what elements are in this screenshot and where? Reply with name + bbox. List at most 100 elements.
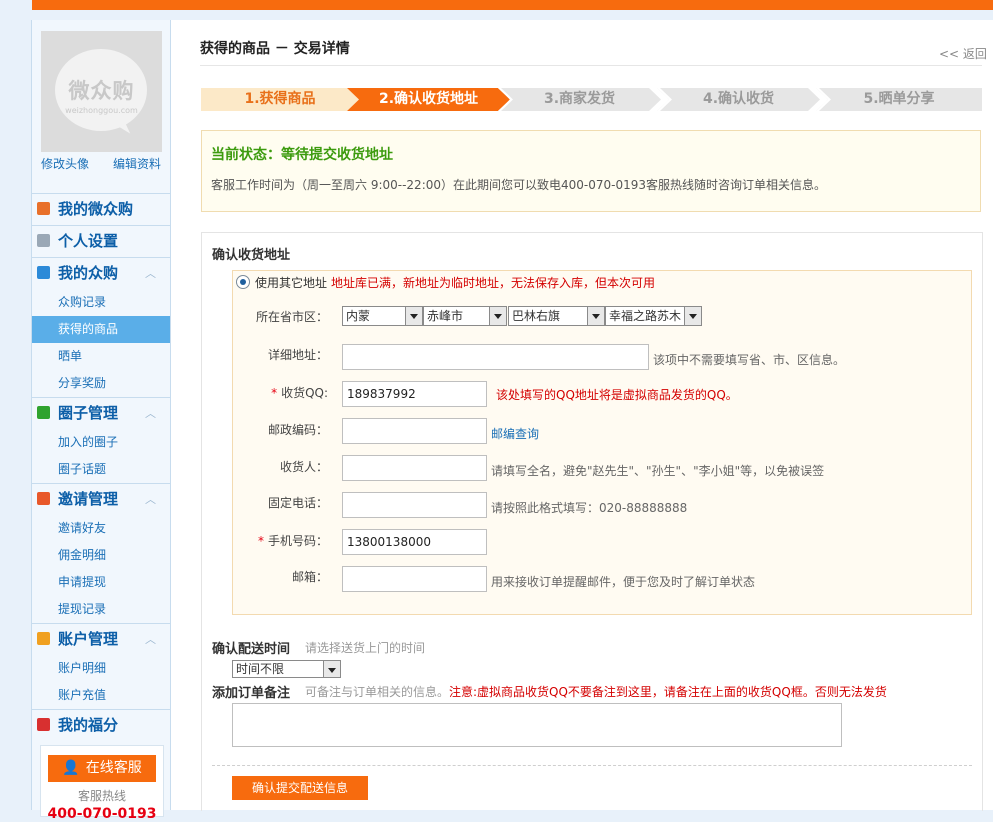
invite-icon — [37, 492, 50, 505]
sidebar-nav-item[interactable]: 分享奖励 — [32, 370, 170, 397]
sidebar-nav-item[interactable]: 圈子话题 — [32, 456, 170, 483]
detail-address-input[interactable] — [342, 344, 649, 370]
nav-group: 我的微众购 — [32, 193, 170, 225]
yen-icon — [37, 632, 50, 645]
qq-input[interactable]: 189837992 — [342, 381, 487, 407]
sidebar-nav-item[interactable]: 提现记录 — [32, 596, 170, 623]
sidebar-nav-item[interactable]: 申请提现 — [32, 569, 170, 596]
gear-icon — [37, 234, 50, 247]
mobile-label-text: 手机号码： — [267, 534, 328, 548]
online-support-label: 在线客服 — [85, 760, 142, 776]
nav-group: 我的众购 ︿ 众购记录 获得的商品 晒单 分享奖励 — [32, 257, 170, 397]
street-select[interactable]: 幸福之路苏木 — [605, 306, 702, 326]
nav-group-header[interactable]: 账户管理 ︿ — [32, 623, 170, 655]
zip-input[interactable] — [342, 418, 487, 444]
qq-label-text: 收货QQ: — [281, 386, 328, 400]
email-label: 邮箱： — [291, 570, 328, 584]
step-2: 2.确认收货地址 — [347, 88, 510, 111]
status-label: 当前状态：等待提交收货地址 — [211, 147, 393, 163]
chevron-up-icon[interactable]: ︿ — [145, 258, 156, 289]
avatar[interactable]: 微众购 weizhonggou.com — [41, 31, 162, 152]
qq-hint: 该处填写的QQ地址将是虚拟商品发货的QQ。 — [496, 388, 738, 402]
province-value: 内蒙 — [346, 309, 371, 323]
edit-avatar-link[interactable]: 修改头像 — [41, 155, 89, 172]
nav-group-label: 账户管理 — [58, 630, 119, 648]
step-3: 3.商家发货 — [498, 88, 661, 111]
district-select[interactable]: 巴林右旗 — [508, 306, 605, 326]
chevron-down-icon — [405, 307, 422, 325]
online-support-button[interactable]: 👤 在线客服 — [48, 755, 156, 782]
top-accent-bar — [0, 0, 993, 10]
step-1-label: 1.获得商品 — [244, 91, 316, 107]
district-value: 巴林右旗 — [512, 309, 561, 323]
order-note-warning: 注意:虚拟商品收货QQ不要备注到这里，请备注在上面的收货QQ框。否则无法发货 — [449, 685, 887, 699]
nav-group-label: 邀请管理 — [58, 490, 119, 508]
address-section-title: 确认收货地址 — [212, 248, 291, 263]
zip-lookup-link[interactable]: 邮编查询 — [491, 425, 539, 442]
use-other-address-radio[interactable] — [236, 275, 250, 289]
order-note-hint: 可备注与订单相关的信息。 — [305, 685, 450, 699]
nav-group: 我的福分 — [32, 709, 170, 741]
support-hotline-label: 客服热线 — [77, 789, 126, 803]
chevron-down-icon — [684, 307, 701, 325]
nav-group-label: 个人设置 — [58, 232, 119, 250]
region-label: 所在省市区： — [255, 310, 328, 324]
nav-group-label: 我的福分 — [58, 716, 119, 734]
step-4: 4.确认收货 — [657, 88, 820, 111]
avatar-logo-subtext: weizhonggou.com — [65, 106, 138, 115]
chevron-up-icon[interactable]: ︿ — [145, 624, 156, 655]
nav-group-header[interactable]: 个人设置 — [32, 225, 170, 257]
step-1: 1.获得商品 — [201, 88, 359, 111]
step-3-label: 3.商家发货 — [543, 91, 616, 107]
required-mark: * — [257, 534, 264, 548]
sidebar-nav-item[interactable]: 获得的商品 — [32, 316, 170, 343]
chevron-down-icon — [489, 307, 506, 325]
nav-group-header[interactable]: 邀请管理 ︿ — [32, 483, 170, 515]
page-title: 获得的商品 － 交易详情 — [200, 41, 350, 57]
progress-steps: 1.获得商品 2.确认收货地址 3.商家发货 4.确认收货 5.晒单分享 — [201, 88, 982, 111]
email-input[interactable] — [342, 566, 487, 592]
sidebar-nav-item[interactable]: 账户充值 — [32, 682, 170, 709]
chevron-up-icon[interactable]: ︿ — [145, 484, 156, 515]
address-section: 确认收货地址 使用其它地址 地址库已满，新地址为临时地址，无法保存入库，但本次可… — [201, 232, 983, 811]
chevron-up-icon[interactable]: ︿ — [145, 398, 156, 429]
nav-group-header[interactable]: 我的众购 ︿ — [32, 257, 170, 289]
main-panel: 获得的商品 － 交易详情 << 返回 1.获得商品 2.确认收货地址 3.商家发… — [171, 20, 993, 811]
title-divider — [200, 65, 982, 66]
submit-delivery-button[interactable]: 确认提交配送信息 — [232, 776, 368, 800]
edit-profile-link[interactable]: 编辑资料 — [113, 155, 161, 172]
sidebar-nav-item[interactable]: 加入的圈子 — [32, 429, 170, 456]
sidebar-nav-item[interactable]: 众购记录 — [32, 289, 170, 316]
sidebar-nav-item[interactable]: 邀请好友 — [32, 515, 170, 542]
status-description: 客服工作时间为（周一至周六 9:00--22:00）在此期间您可以致电400-0… — [211, 178, 827, 192]
fortune-icon — [37, 718, 50, 731]
chevron-down-icon — [323, 661, 340, 677]
support-box: 👤 在线客服 客服热线 400-070-0193 — [40, 745, 164, 822]
step-5-label: 5.晒单分享 — [863, 91, 935, 107]
sidebar-nav-item[interactable]: 账户明细 — [32, 655, 170, 682]
nav-group: 个人设置 — [32, 225, 170, 257]
sidebar-nav-item[interactable]: 晒单 — [32, 343, 170, 370]
city-select[interactable]: 赤峰市 — [423, 306, 507, 326]
chat-icon: 👤 — [62, 760, 80, 776]
zip-label: 邮政编码： — [267, 423, 328, 437]
province-select[interactable]: 内蒙 — [342, 306, 423, 326]
nav-group-label: 我的众购 — [58, 264, 119, 282]
status-box: 当前状态：等待提交收货地址 客服工作时间为（周一至周六 9:00--22:00）… — [201, 130, 981, 212]
receiver-input[interactable] — [342, 455, 487, 481]
back-link[interactable]: << 返回 — [939, 45, 987, 62]
email-hint: 用来接收订单提醒邮件，便于您及时了解订单状态 — [491, 575, 756, 589]
mobile-label: * 手机号码： — [233, 532, 328, 549]
delivery-time-select[interactable]: 时间不限 — [232, 660, 341, 678]
nav-group-header[interactable]: 我的福分 — [32, 709, 170, 741]
mobile-input[interactable]: 13800138000 — [342, 529, 487, 555]
detail-address-hint: 该项中不需要填写省、市、区信息。 — [653, 353, 846, 367]
nav-group-header[interactable]: 我的微众购 — [32, 193, 170, 225]
nav-group-header[interactable]: 圈子管理 ︿ — [32, 397, 170, 429]
delivery-time-title: 确认配送时间 — [212, 642, 291, 657]
sidebar-nav-item[interactable]: 佣金明细 — [32, 542, 170, 569]
phone-hint: 请按照此格式填写：020-88888888 — [491, 501, 688, 515]
phone-input[interactable] — [342, 492, 487, 518]
order-note-textarea[interactable] — [232, 703, 842, 747]
nav-group-label: 圈子管理 — [58, 404, 119, 422]
